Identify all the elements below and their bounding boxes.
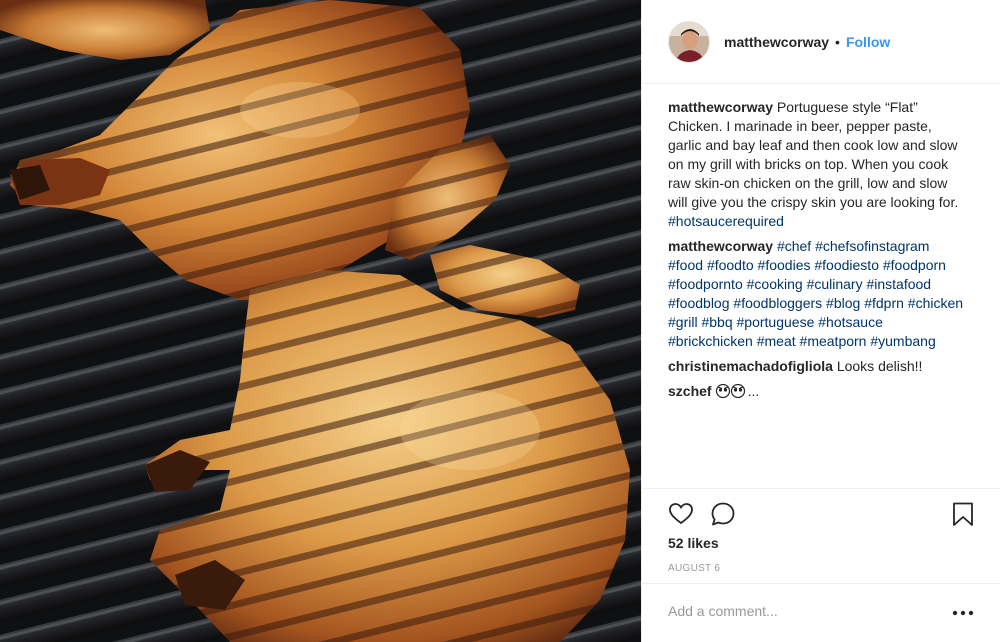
hashtag-link[interactable]: #hotsaucerequired (668, 213, 784, 229)
comment-item: christinemachadofigliola Looks delish!! (668, 357, 968, 376)
hashtag-link[interactable]: #chef (777, 238, 811, 254)
hashtag-link[interactable]: #bbq (701, 314, 732, 330)
hashtag-link[interactable]: #foodblog (668, 295, 730, 311)
hashtag-link[interactable]: #foodto (707, 257, 754, 273)
hashtag-link[interactable]: #foodporn (883, 257, 946, 273)
hashtag-link[interactable]: #meat (757, 333, 796, 349)
separator-dot: • (835, 33, 840, 50)
add-comment-bar (642, 583, 1000, 642)
comment-username[interactable]: szchef (668, 383, 712, 399)
see-no-evil-eyes-emoji (715, 384, 745, 398)
hashtag-link[interactable]: #cooking (747, 276, 803, 292)
hashtag-link[interactable]: #foodies (758, 257, 811, 273)
comment-username[interactable]: christinemachadofigliola (668, 358, 833, 374)
comment-item: matthewcorway Portuguese style “Flat” Ch… (668, 98, 968, 231)
comment-item: matthewcorway #chef #chefsofinstagram #f… (668, 237, 968, 351)
hashtag-link[interactable]: #foodiesto (814, 257, 879, 273)
instagram-post: matthewcorway • Follow matthewcorway Por… (0, 0, 1000, 642)
hashtag-link[interactable]: #foodbloggers (733, 295, 822, 311)
hashtag-link[interactable]: #portuguese (737, 314, 815, 330)
post-date[interactable]: AUGUST 6 (668, 563, 720, 574)
hashtag-link[interactable]: #grill (668, 314, 698, 330)
comment-text: Looks delish!! (832, 358, 923, 374)
follow-button[interactable]: Follow (846, 34, 890, 50)
comment-input[interactable] (668, 603, 918, 619)
hashtag-link[interactable]: #blog (826, 295, 860, 311)
comment-text: ... (747, 383, 760, 399)
like-button[interactable] (668, 501, 694, 527)
hashtag-link[interactable]: #hotsauce (818, 314, 883, 330)
save-button[interactable] (950, 501, 976, 527)
hashtag-link[interactable]: #meatporn (800, 333, 867, 349)
post-photo[interactable] (0, 0, 641, 642)
comment-bubble-icon (711, 502, 735, 526)
hashtag-link[interactable]: #chicken (908, 295, 963, 311)
avatar[interactable] (668, 20, 710, 63)
post-header: matthewcorway • Follow (642, 0, 1000, 84)
hashtag-link[interactable]: #chefsofinstagram (815, 238, 929, 254)
hashtag-link[interactable]: #food (668, 257, 703, 273)
comments-list: matthewcorway Portuguese style “Flat” Ch… (668, 98, 968, 407)
comment-username[interactable]: matthewcorway (668, 238, 773, 254)
grilled-chicken-image (0, 0, 641, 642)
ellipsis-icon[interactable] (950, 603, 976, 623)
post-side-panel: matthewcorway • Follow matthewcorway Por… (641, 0, 1000, 642)
hashtag-link[interactable]: #yumbang (870, 333, 935, 349)
comment-username[interactable]: matthewcorway (668, 99, 773, 115)
heart-icon (669, 503, 693, 525)
comment-item: szchef... (668, 382, 968, 401)
comment-button[interactable] (710, 501, 736, 527)
hashtag-link[interactable]: #culinary (807, 276, 863, 292)
hashtag-link[interactable]: #foodpornto (668, 276, 743, 292)
hashtag-link[interactable]: #fdprn (864, 295, 904, 311)
likes-count[interactable]: 52 likes (668, 535, 719, 551)
username-link[interactable]: matthewcorway (724, 34, 829, 50)
profile-photo (669, 21, 709, 62)
bookmark-icon (953, 502, 973, 526)
hashtag-link[interactable]: #instafood (866, 276, 931, 292)
comment-text: Portuguese style “Flat” Chicken. I marin… (668, 99, 959, 210)
hashtag-link[interactable]: #brickchicken (668, 333, 753, 349)
